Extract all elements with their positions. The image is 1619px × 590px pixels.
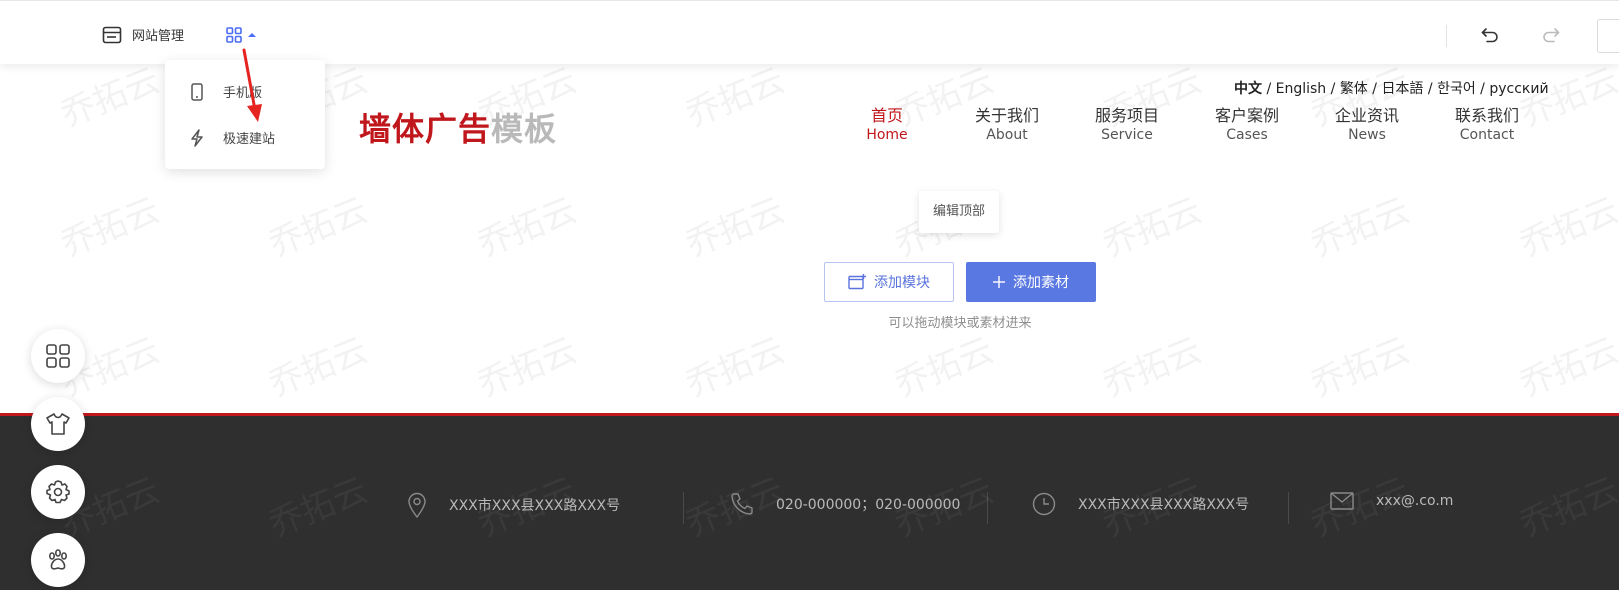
watermark-text: 乔拓云: [472, 190, 583, 266]
logo-text-primary: 墙体广告: [359, 110, 492, 148]
footer-email: xxx@.co.m: [1330, 492, 1453, 510]
watermark-text: 乔拓云: [680, 60, 791, 136]
add-module-label: 添加模块: [874, 275, 930, 291]
nav-item-news[interactable]: 企业资讯 News: [1312, 106, 1422, 144]
footer-hours-text: XXX市XXX县XXX路XXX号: [1078, 497, 1250, 513]
lang-option[interactable]: 한국어: [1437, 81, 1476, 97]
lang-option[interactable]: 日本語: [1381, 81, 1423, 97]
nav-item-home[interactable]: 首页 Home: [832, 106, 942, 144]
drag-hint: 可以拖动模块或素材进来: [888, 316, 1032, 331]
footer-divider: [683, 492, 684, 524]
watermark-text: 乔拓云: [263, 190, 374, 266]
watermark-text: 乔拓云: [55, 190, 166, 266]
modules-float-button[interactable]: [31, 329, 85, 383]
apps-grid-icon: [226, 27, 242, 43]
add-material-button[interactable]: 添加素材: [966, 262, 1096, 302]
footer-hours: XXX市XXX县XXX路XXX号: [1032, 492, 1249, 516]
grid-icon: [46, 344, 70, 368]
footer-address-text: XXX市XXX县XXX路XXX号: [449, 498, 621, 514]
watermark-text: 乔拓云: [1097, 330, 1208, 406]
toolbar-right-button[interactable]: [1597, 19, 1619, 53]
paw-float-button[interactable]: [31, 533, 85, 587]
footer-divider: [1288, 492, 1289, 524]
red-arrow-annotation: [242, 48, 262, 122]
plus-icon: [993, 276, 1005, 288]
settings-float-button[interactable]: [31, 465, 85, 519]
site-manage-label: 网站管理: [132, 29, 185, 44]
nav-item-about[interactable]: 关于我们 About: [952, 106, 1062, 144]
footer-divider: [987, 492, 988, 524]
edit-header-button[interactable]: 编辑顶部: [919, 191, 999, 233]
nav-item-contact[interactable]: 联系我们 Contact: [1432, 106, 1542, 144]
lang-option[interactable]: 中文: [1234, 81, 1262, 97]
theme-float-button[interactable]: [31, 397, 85, 451]
undo-icon: [1481, 28, 1498, 43]
gear-icon: [46, 480, 70, 504]
watermark-text: 乔拓云: [889, 330, 1000, 406]
footer-phone: 020-000000；020-000000: [730, 492, 960, 516]
nav-item-service[interactable]: 服务项目 Service: [1072, 106, 1182, 144]
mobile-icon: [191, 82, 203, 101]
add-module-button[interactable]: 添加模块: [824, 262, 954, 302]
undo-button[interactable]: [1480, 25, 1500, 49]
redo-button[interactable]: [1541, 25, 1561, 49]
lang-option[interactable]: 繁体: [1340, 81, 1368, 97]
redo-icon: [1543, 28, 1560, 43]
watermark-text: 乔拓云: [1097, 190, 1208, 266]
clock-icon: [1032, 492, 1056, 516]
footer-phone-text: 020-000000；020-000000: [776, 497, 961, 513]
tshirt-icon: [46, 413, 70, 435]
footer-address: XXX市XXX县XXX路XXX号: [407, 492, 620, 518]
logo-text-secondary: 模板: [491, 110, 558, 148]
add-material-label: 添加素材: [1013, 275, 1069, 291]
location-pin-icon: [408, 492, 426, 518]
site-manage-icon: [102, 26, 122, 43]
menu-item-fast-build-label: 极速建站: [223, 132, 276, 147]
watermark-text: 乔拓云: [1305, 190, 1416, 266]
watermark-text: 乔拓云: [1514, 330, 1619, 406]
watermark-text: 乔拓云: [263, 330, 374, 406]
watermark-text: 乔拓云: [680, 190, 791, 266]
lightning-icon: [191, 128, 203, 147]
lang-option[interactable]: русский: [1489, 81, 1548, 97]
watermark-text: 乔拓云: [1305, 330, 1416, 406]
language-switcher: 中文 / English / 繁体 / 日本語 / 한국어 / русский: [1234, 81, 1549, 97]
phone-icon: [731, 493, 753, 515]
footer-email-text: xxx@.co.m: [1376, 493, 1454, 509]
watermark-text: 乔拓云: [472, 330, 583, 406]
mail-icon: [1330, 492, 1354, 510]
paw-icon: [49, 549, 67, 570]
apps-menu-button[interactable]: [226, 27, 256, 43]
nav-item-cases[interactable]: 客户案例 Cases: [1192, 106, 1302, 144]
menu-item-fast-build[interactable]: 极速建站: [189, 128, 275, 147]
toolbar-divider: [1446, 25, 1447, 47]
caret-up-icon: [248, 33, 256, 37]
site-logo[interactable]: 墙体广告模板: [359, 104, 557, 150]
add-module-icon: [848, 274, 866, 290]
watermark-text: 乔拓云: [1514, 190, 1619, 266]
watermark-text: 乔拓云: [55, 60, 166, 136]
site-footer: XXX市XXX县XXX路XXX号 020-000000；020-000000 X…: [0, 413, 1619, 590]
site-manage-button[interactable]: 网站管理: [102, 25, 184, 44]
watermark-text: 乔拓云: [680, 330, 791, 406]
lang-option[interactable]: English: [1276, 81, 1327, 97]
